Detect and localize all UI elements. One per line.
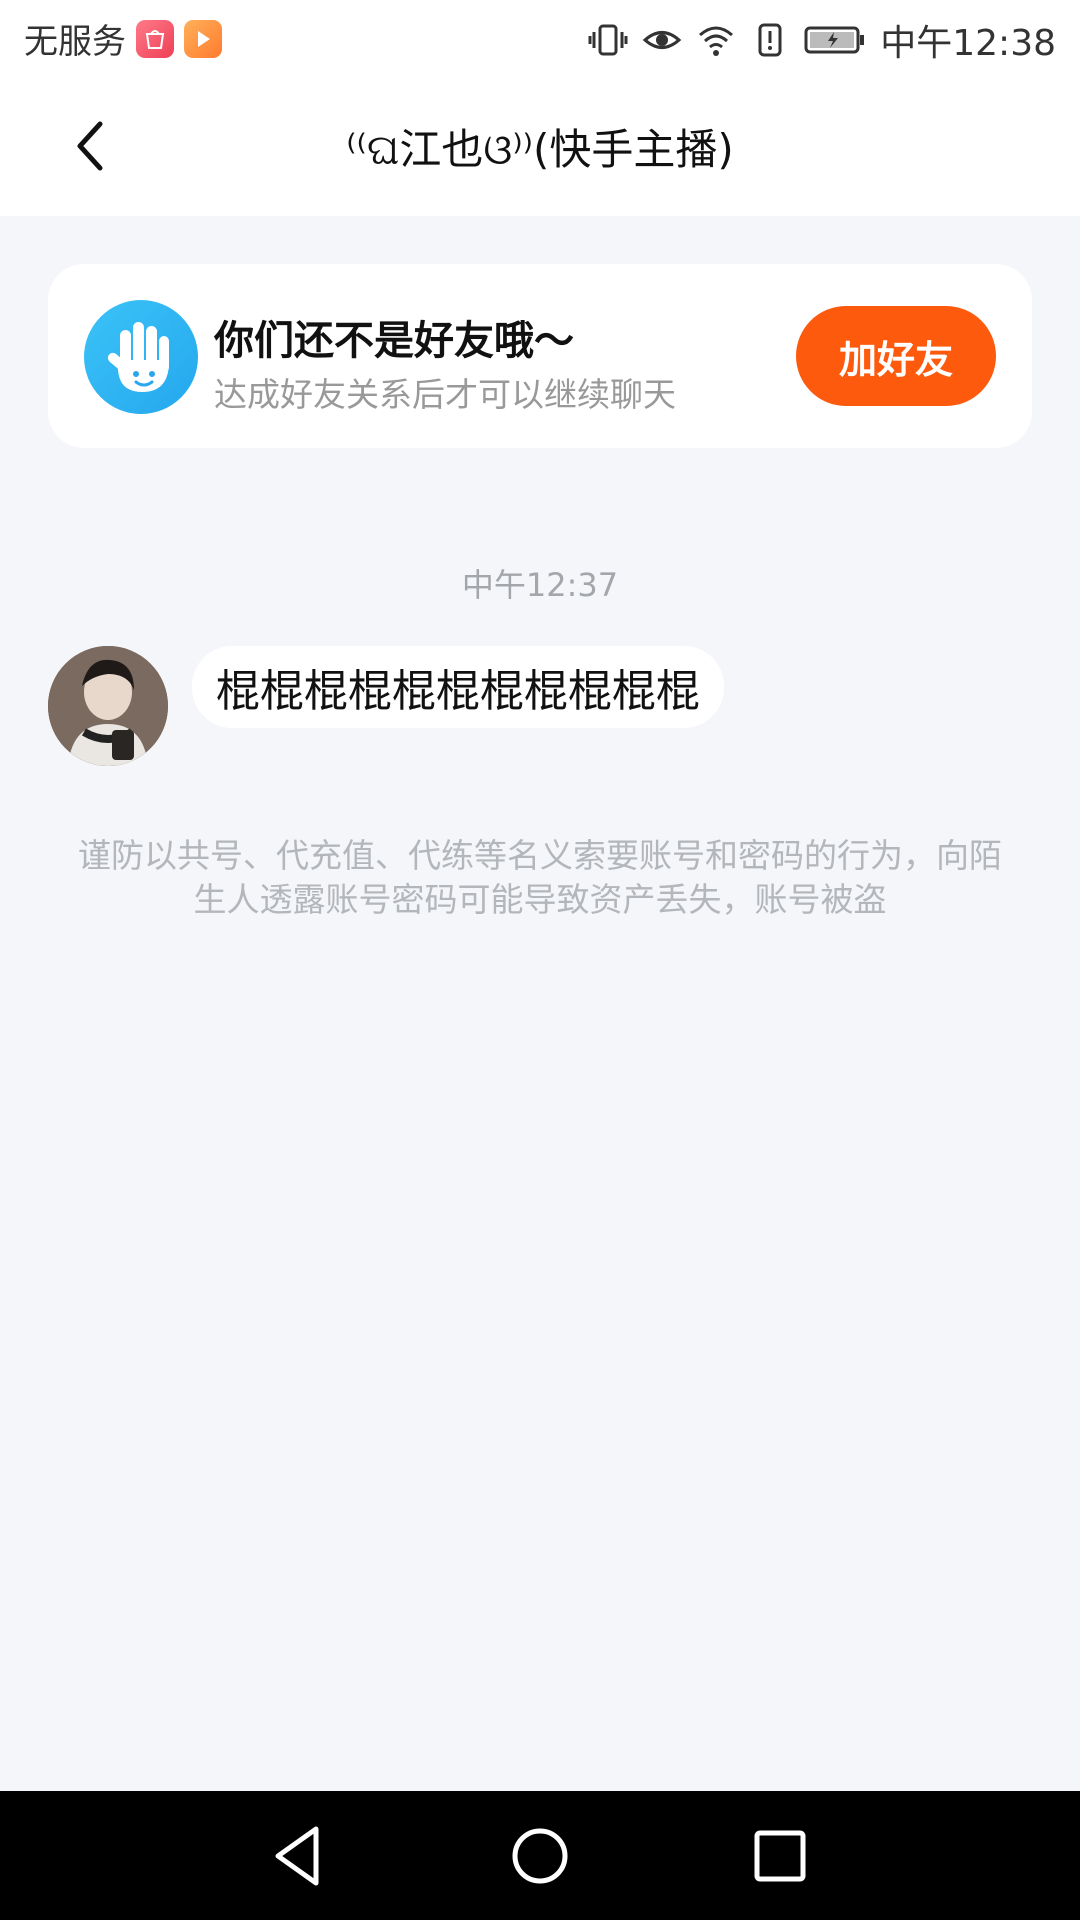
battery-charging-icon (804, 26, 865, 54)
card-subtitle: 达成好友关系后才可以继续聊天 (214, 375, 676, 414)
avatar[interactable] (48, 646, 168, 766)
page-title: ⁽⁽ଘ江也ଓ⁾⁾(快手主播) (346, 125, 734, 174)
huawei-store-icon (136, 19, 174, 58)
nav-recents-button[interactable] (743, 1819, 817, 1893)
chat-screen: 无服务 中午12:38 ⁽⁽ଘ江也ଓ⁾⁾(快手主播) 你们还不是好友哦～ 达成好… (0, 0, 1080, 1920)
status-right: 中午12:38 (588, 14, 1056, 66)
back-button[interactable] (62, 114, 122, 178)
nav-back-button[interactable] (262, 1819, 336, 1893)
add-friend-button[interactable]: 加好友 (796, 306, 996, 406)
status-left: 无服务 (24, 14, 222, 63)
vibrate-icon (588, 24, 628, 56)
message-timestamp: 中午12:37 (461, 566, 619, 604)
home-circle-icon (512, 1828, 568, 1884)
chevron-left-icon (77, 121, 103, 171)
eye-comfort-icon (642, 31, 682, 49)
status-time: 中午12:38 (880, 23, 1056, 64)
hand-wave-icon (84, 300, 198, 414)
message-bubble[interactable]: 棍棍棍棍棍棍棍棍棍棍棍 (192, 646, 724, 728)
not-friend-card: 你们还不是好友哦～ 达成好友关系后才可以继续聊天 加好友 (48, 264, 1032, 448)
nav-home-button[interactable] (503, 1819, 577, 1893)
wifi-icon (699, 26, 734, 56)
security-warning: 谨防以共号、代充值、代练等名义索要账号和密码的行为，向陌生人透露账号密码可能导致… (78, 836, 1002, 919)
alert-icon (758, 23, 782, 57)
chat-header: ⁽⁽ଘ江也ଓ⁾⁾(快手主播) (0, 76, 1080, 216)
carrier-label: 无服务 (24, 22, 126, 62)
video-app-icon (184, 19, 222, 58)
navigation-bar (0, 1791, 1080, 1920)
back-triangle-icon (275, 1826, 319, 1886)
card-title: 你们还不是好友哦～ (214, 318, 574, 364)
status-bar: 无服务 中午12:38 (0, 0, 1080, 76)
recents-square-icon (754, 1830, 806, 1882)
